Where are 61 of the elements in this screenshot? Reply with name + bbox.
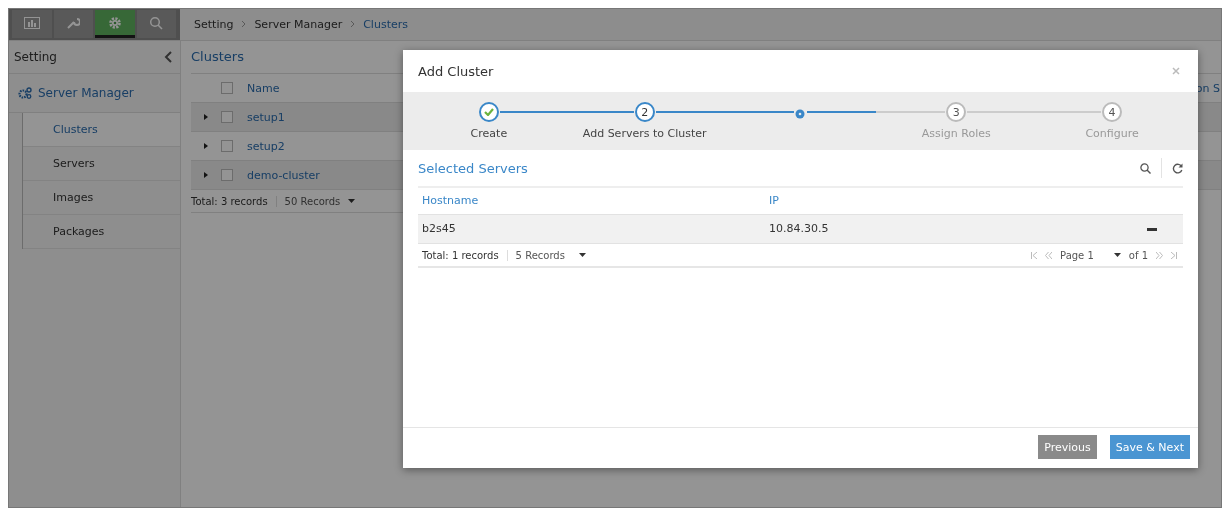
page-size-dropdown[interactable]: 50 Records (284, 195, 356, 207)
remove-icon[interactable] (1147, 227, 1157, 231)
expand-icon[interactable] (204, 114, 208, 120)
step-label: Configure (1085, 127, 1139, 140)
next-page-icon[interactable] (1156, 251, 1163, 259)
check-icon (483, 108, 494, 116)
page-dropdown[interactable]: Page 1 (1060, 249, 1121, 261)
table-cell: b2s45 (418, 215, 765, 244)
chevron-icon (350, 20, 356, 28)
caret-icon (578, 253, 586, 257)
first-page-icon[interactable] (1031, 251, 1038, 259)
previous-button[interactable]: Previous (1038, 435, 1097, 459)
step-label: Assign Roles (921, 127, 991, 140)
sidebar-item[interactable]: Packages (23, 215, 180, 249)
sidebar-item[interactable]: Servers (23, 147, 180, 181)
row-checkbox[interactable] (221, 169, 233, 181)
row-checkbox[interactable] (221, 111, 233, 123)
record-count: Total: 3 records (191, 195, 277, 207)
cluster-name[interactable]: setup1 (247, 110, 285, 124)
caret-icon (1113, 253, 1121, 257)
record-count: Total: 1 records (422, 249, 508, 261)
close-icon[interactable] (1172, 67, 1180, 75)
wrench-icon (66, 15, 81, 30)
step-circle: 3 (946, 102, 967, 122)
row-checkbox[interactable] (221, 140, 233, 152)
progress-dot-icon (795, 109, 806, 119)
breadcrumb-link[interactable]: Setting (194, 17, 234, 31)
sidebar-item[interactable]: Images (23, 181, 180, 215)
save-next-button[interactable]: Save & Next (1109, 435, 1190, 459)
page-size-dropdown[interactable]: 5 Records (515, 249, 586, 261)
search-icon (149, 15, 164, 30)
breadcrumb-link[interactable]: Clusters (363, 17, 408, 31)
select-all-checkbox[interactable] (221, 82, 233, 94)
step-circle: 4 (1102, 102, 1123, 122)
cluster-name[interactable]: demo-cluster (247, 168, 320, 182)
sidebar-section[interactable]: Server Manager (38, 86, 134, 100)
expand-icon[interactable] (204, 143, 208, 149)
page-count: of 1 (1128, 249, 1148, 261)
step-circle: 2 (634, 102, 655, 122)
column-header[interactable]: Name (247, 81, 280, 95)
toolbar-tab[interactable] (53, 10, 93, 38)
chart-icon (23, 16, 40, 29)
search-icon[interactable] (1140, 162, 1151, 174)
last-page-icon[interactable] (1171, 251, 1177, 259)
table-cell: 10.84.30.5 (765, 215, 1143, 244)
chevron-icon (241, 20, 247, 28)
breadcrumb-link[interactable]: Server Manager (254, 17, 343, 31)
refresh-icon[interactable] (1172, 162, 1183, 174)
caret-icon (348, 199, 356, 203)
cluster-name[interactable]: setup2 (247, 139, 285, 153)
expand-icon[interactable] (204, 172, 208, 178)
collapse-icon[interactable] (164, 51, 172, 63)
step-label: Create (470, 127, 508, 140)
sidebar-title: Setting (14, 50, 57, 64)
sidebar-item[interactable]: Clusters (23, 113, 180, 147)
section-title: Selected Servers (418, 160, 529, 176)
step-label: Add Servers to Cluster (582, 127, 707, 140)
gear-icon (107, 15, 122, 30)
gears-icon (18, 87, 32, 99)
previous-page-icon[interactable] (1045, 251, 1053, 259)
toolbar-tab[interactable] (95, 10, 135, 38)
